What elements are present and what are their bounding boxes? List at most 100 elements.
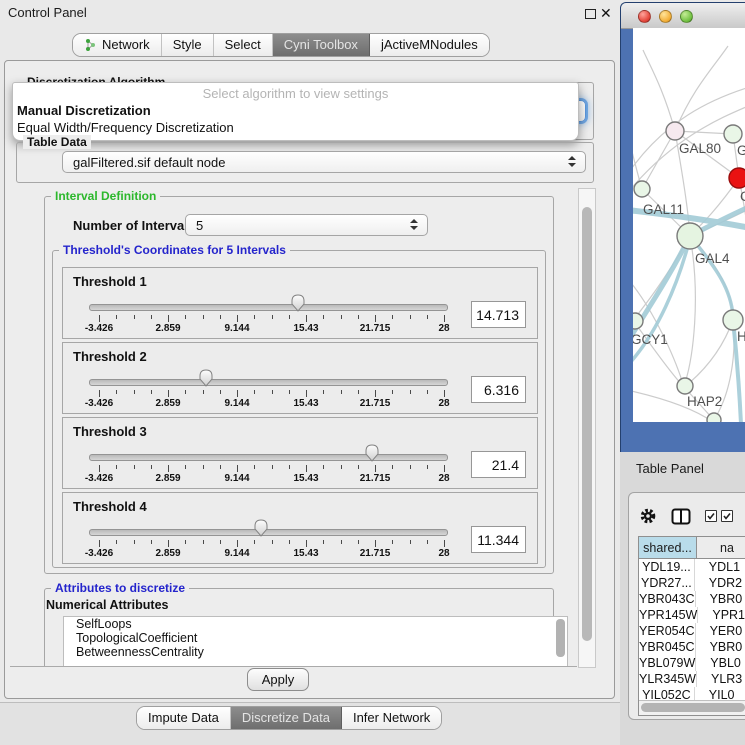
slider-tick: [203, 390, 204, 394]
slider-tick: [392, 540, 393, 544]
checkbox-checked-icon[interactable]: [705, 510, 717, 522]
slider-tick-label: -3.426: [69, 473, 129, 484]
slider-handle[interactable]: [291, 294, 305, 312]
slider-handle[interactable]: [254, 519, 268, 537]
attribute-list-item[interactable]: SelfLoops: [64, 617, 567, 631]
table-row[interactable]: YBL079WYBL0: [639, 655, 745, 671]
network-canvas[interactable]: GAL80GACGAL11GAL4GCY1HHAP2: [633, 28, 745, 422]
table-cell[interactable]: YPR1: [698, 607, 745, 623]
slider-tick-label: 9.144: [207, 398, 267, 409]
close-traffic-light-icon[interactable]: [638, 10, 651, 23]
slider-tick-label: 2.859: [138, 323, 198, 334]
table-cell[interactable]: YBR043C: [639, 591, 696, 607]
tab-select[interactable]: Select: [214, 34, 273, 56]
network-node-gcy1[interactable]: [633, 313, 643, 329]
tab-network[interactable]: Network: [73, 34, 162, 56]
table-cell[interactable]: YLR345W: [639, 671, 697, 687]
interval-definition-title: Interval Definition: [51, 189, 160, 203]
main-scrollbar-thumb[interactable]: [582, 207, 592, 641]
slider-tick: [341, 315, 342, 319]
table-cell[interactable]: YBL0: [696, 655, 745, 671]
threshold-value-field[interactable]: 14.713: [471, 301, 526, 328]
zoom-traffic-light-icon[interactable]: [680, 10, 693, 23]
table-row[interactable]: YER054CYER0: [639, 623, 745, 639]
threshold-value-field[interactable]: 6.316: [471, 376, 526, 403]
table-column-header[interactable]: shared...: [639, 537, 697, 559]
table-row[interactable]: YDL19...YDL1: [639, 559, 745, 575]
tab-cyni-toolbox[interactable]: Cyni Toolbox: [273, 34, 370, 56]
bottom-tab-infer-network[interactable]: Infer Network: [342, 707, 441, 729]
close-icon[interactable]: ✕: [600, 3, 612, 23]
table-cell[interactable]: YLR3: [697, 671, 745, 687]
slider-tick: [375, 465, 376, 472]
table-row[interactable]: YLR345WYLR3: [639, 671, 745, 687]
table-cell[interactable]: YER054C: [639, 623, 696, 639]
table-cell[interactable]: YBR0: [696, 591, 745, 607]
attribute-list-item[interactable]: TopologicalCoefficient: [64, 631, 567, 645]
slider-track[interactable]: [89, 529, 448, 536]
network-node-hap2[interactable]: [677, 378, 693, 394]
bottom-tab-impute-data[interactable]: Impute Data: [137, 707, 231, 729]
network-node[interactable]: [707, 413, 721, 422]
split-column-icon[interactable]: [671, 508, 691, 525]
checkbox-checked-icon[interactable]: [721, 510, 733, 522]
threshold-value-field[interactable]: 21.4: [471, 451, 526, 478]
table-data-combobox[interactable]: galFiltered.sif default node: [62, 151, 586, 173]
table-cell[interactable]: YDL19...: [639, 559, 695, 575]
table-cell[interactable]: YBR0: [696, 639, 745, 655]
tab-jactivemnodules[interactable]: jActiveMNodules: [370, 34, 489, 56]
numerical-attributes-list[interactable]: SelfLoopsTopologicalCoefficientBetweenne…: [63, 616, 568, 667]
table-column-header[interactable]: na: [696, 537, 745, 559]
gear-icon[interactable]: [639, 507, 657, 525]
attribute-list-item[interactable]: BetweennessCentrality: [64, 645, 567, 659]
slider-track[interactable]: [89, 379, 448, 386]
tab-label: Cyni Toolbox: [284, 34, 358, 56]
tab-style[interactable]: Style: [162, 34, 214, 56]
slider-handle[interactable]: [365, 444, 379, 462]
slider-tick-label: -3.426: [69, 323, 129, 334]
main-scrollbar[interactable]: [578, 188, 596, 668]
bottom-tab-discretize-data[interactable]: Discretize Data: [231, 707, 342, 729]
slider-tick: [237, 465, 238, 472]
table-horizontal-scrollbar[interactable]: [639, 700, 745, 715]
slider-tick: [272, 540, 273, 544]
slider-track[interactable]: [89, 454, 448, 461]
table-row[interactable]: YIL052CYIL0: [639, 687, 745, 701]
slider-tick-label: 28: [414, 473, 474, 484]
float-window-icon[interactable]: [585, 9, 596, 19]
table-cell[interactable]: YIL052C: [639, 687, 695, 701]
network-node-h[interactable]: [723, 310, 743, 330]
apply-button[interactable]: Apply: [247, 668, 309, 691]
table-row[interactable]: YBR045CYBR0: [639, 639, 745, 655]
table-row[interactable]: YDR27...YDR2: [639, 575, 745, 591]
table-cell[interactable]: YPR145W: [639, 607, 698, 623]
table-cell[interactable]: YBR045C: [639, 639, 696, 655]
network-node-c[interactable]: [729, 168, 745, 188]
table-hscrollbar-thumb[interactable]: [641, 703, 745, 712]
number-of-intervals-combobox[interactable]: 5: [185, 214, 428, 236]
slider-track[interactable]: [89, 304, 448, 311]
network-view-window[interactable]: GAL80GACGAL11GAL4GCY1HHAP2: [620, 2, 745, 453]
threshold-panel-2: Threshold 2-3.4262.8599.14415.4321.71528…: [62, 342, 538, 414]
table-row[interactable]: YBR043CYBR0: [639, 591, 745, 607]
network-node-gal80[interactable]: [666, 122, 684, 140]
popup-item-manual[interactable]: Manual Discretization: [13, 102, 578, 119]
table-row[interactable]: YPR145WYPR1: [639, 607, 745, 623]
table-cell[interactable]: YDL1: [695, 559, 745, 575]
slider-handle[interactable]: [199, 369, 213, 387]
bottom-tab-label: Discretize Data: [242, 707, 330, 729]
minimize-traffic-light-icon[interactable]: [659, 10, 672, 23]
combo-arrows-icon: [568, 156, 576, 167]
popup-item-equal[interactable]: Equal Width/Frequency Discretization: [13, 119, 578, 136]
network-node-gal11[interactable]: [634, 181, 650, 197]
table-cell[interactable]: YER0: [696, 623, 745, 639]
attributes-list-scrollbar[interactable]: [556, 619, 565, 657]
network-node-gal4[interactable]: [677, 223, 703, 249]
network-node-ga[interactable]: [724, 125, 742, 143]
table-cell[interactable]: YBL079W: [639, 655, 696, 671]
attributes-group-title: Attributes to discretize: [51, 581, 189, 595]
table-cell[interactable]: YDR2: [695, 575, 745, 591]
table-cell[interactable]: YDR27...: [639, 575, 695, 591]
threshold-value-field[interactable]: 11.344: [471, 526, 526, 553]
table-cell[interactable]: YIL0: [695, 687, 745, 701]
